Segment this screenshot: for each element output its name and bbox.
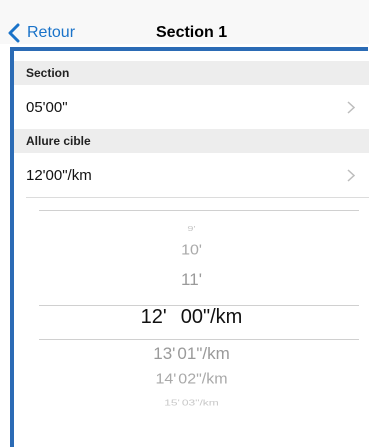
back-label: Retour (27, 24, 76, 41)
page-title: Section 1 (156, 24, 228, 41)
pace-picker[interactable]: 9' 10' 11' 12' 00"/km 13' 01"/km 14' 02"/km 15' 03… (14, 210, 369, 435)
navigation-bar: Retour Section 1 (0, 0, 369, 44)
picker-minutes: 9' (187, 225, 196, 233)
settings-panel: Section 05'00" Allure cible 12' 00"/km 9'… (14, 61, 369, 439)
picker-seconds: 01"/km (177, 344, 230, 363)
chevron-right-icon (347, 168, 355, 182)
section-duration-value: 05'00" (26, 98, 68, 116)
divider (26, 197, 369, 198)
picker-row[interactable]: 15' 03"/km (14, 398, 369, 407)
picker-row[interactable]: 11' (14, 271, 369, 290)
section-duration-cell[interactable]: 05'00" (14, 85, 369, 129)
picker-seconds: 02"/km (178, 371, 228, 388)
target-pace-value: 12'00"/km (26, 166, 92, 184)
picker-row-selected[interactable]: 12' 00"/km (14, 306, 369, 329)
picker-minutes: 10' (181, 242, 202, 259)
picker-minutes: 15' (164, 398, 180, 408)
picker-seconds: 00"/km (180, 306, 243, 328)
picker-minutes: 12' (140, 306, 167, 328)
section-header-target-pace: Allure cible (14, 129, 369, 153)
picker-row[interactable]: 14' 02"/km (14, 372, 369, 388)
target-pace-cell[interactable]: 12'00"/km (14, 153, 369, 197)
back-button[interactable]: Retour (6, 22, 75, 44)
section-header-section: Section (14, 61, 369, 85)
picker-minutes: 13' (153, 344, 176, 363)
chevron-left-icon (8, 23, 20, 43)
picker-seconds: 03"/km (181, 398, 219, 408)
picker-minutes: 11' (181, 270, 202, 289)
chevron-right-icon (347, 100, 355, 114)
picker-row[interactable]: 13' 01"/km (14, 345, 369, 364)
picker-row[interactable]: 10' (14, 243, 369, 259)
picker-row[interactable]: 9' (14, 225, 369, 233)
picker-top-line (39, 210, 359, 211)
picker-minutes: 14' (155, 371, 177, 388)
picker-selection-line-bottom (39, 339, 359, 340)
